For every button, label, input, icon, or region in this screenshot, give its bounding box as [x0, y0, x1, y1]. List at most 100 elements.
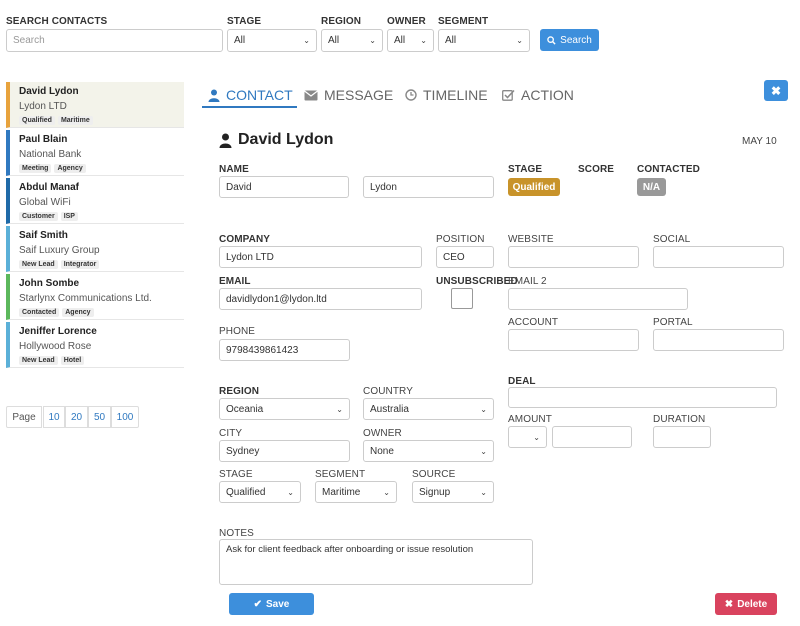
tab-contact[interactable]: CONTACT: [208, 82, 293, 108]
pagination-label: Page: [6, 406, 42, 428]
amount-input[interactable]: [552, 426, 632, 448]
contact-item-company: Hollywood Rose: [19, 341, 92, 352]
tab-timeline-label: TIMELINE: [423, 87, 488, 103]
stage-badge: Qualified: [508, 178, 560, 196]
first-name-input[interactable]: David: [219, 176, 349, 198]
close-icon: ✖: [724, 598, 734, 610]
contact-item-company: Saif Luxury Group: [19, 245, 100, 256]
company-input[interactable]: Lydon LTD: [219, 246, 422, 268]
owner-value: None: [370, 445, 394, 457]
active-tab-indicator: [202, 106, 297, 108]
tab-timeline[interactable]: TIMELINE: [405, 82, 488, 108]
last-name-input[interactable]: Lydon: [363, 176, 494, 198]
stage-select[interactable]: Qualified ⌄: [219, 481, 301, 503]
page-size-100[interactable]: 100: [111, 406, 139, 428]
envelope-icon: [304, 90, 318, 100]
phone-input[interactable]: 9798439861423: [219, 339, 350, 361]
contact-tag: New Lead: [19, 260, 58, 269]
duration-input[interactable]: [653, 426, 711, 448]
owner-label: OWNER: [363, 428, 402, 439]
tab-action[interactable]: ACTION: [502, 82, 574, 108]
owner-filter-value: All: [394, 35, 406, 46]
chevron-down-icon: ⌄: [480, 487, 487, 497]
owner-filter-select[interactable]: All ⌄: [387, 29, 434, 52]
segment-value: Maritime: [322, 486, 361, 498]
contact-list-item[interactable]: Saif Smith Saif Luxury Group New Lead Integ…: [6, 226, 184, 272]
chevron-down-icon: ⌄: [533, 432, 540, 442]
deal-input[interactable]: [508, 387, 777, 408]
stage-select-value: Qualified: [226, 486, 266, 498]
contact-item-name: Jeniffer Lorence: [19, 326, 97, 337]
website-input[interactable]: [508, 246, 639, 268]
email-input[interactable]: davidlydon1@lydon.ltd: [219, 288, 422, 310]
contact-tag: Integrator: [60, 260, 100, 269]
user-icon: [208, 89, 220, 102]
position-input[interactable]: CEO: [436, 246, 494, 268]
duration-label: DURATION: [653, 414, 706, 425]
page-size-20[interactable]: 20: [65, 406, 88, 428]
chevron-down-icon: ⌄: [287, 487, 294, 497]
contact-list-item[interactable]: Abdul Manaf Global WiFi Customer ISP: [6, 178, 184, 224]
chevron-down-icon: ⌄: [369, 36, 376, 45]
score-label: SCORE: [578, 164, 615, 175]
chevron-down-icon: ⌄: [516, 36, 523, 45]
deal-label: DEAL: [508, 376, 536, 387]
portal-label: PORTAL: [653, 317, 693, 328]
notes-label: NOTES: [219, 528, 254, 539]
account-input[interactable]: [508, 329, 639, 351]
notes-textarea[interactable]: Ask for client feedback after onboarding…: [219, 539, 533, 585]
website-label: WEBSITE: [508, 234, 554, 245]
region-filter-select[interactable]: All ⌄: [321, 29, 383, 52]
social-label: SOCIAL: [653, 234, 691, 245]
stage-label: STAGE: [508, 164, 543, 175]
stage-filter-label: STAGE: [227, 16, 262, 27]
save-button[interactable]: ✔ Save: [229, 593, 314, 615]
search-label: SEARCH CONTACTS: [6, 16, 108, 27]
source-label: SOURCE: [412, 469, 456, 480]
tab-action-label: ACTION: [521, 87, 574, 103]
email2-input[interactable]: [508, 288, 688, 310]
contact-list-item[interactable]: John Sombe Starlynx Communications Ltd. Co…: [6, 274, 184, 320]
position-label: POSITION: [436, 234, 485, 245]
contact-tag: New Lead: [19, 356, 58, 365]
search-icon: [547, 35, 556, 45]
portal-input[interactable]: [653, 329, 784, 351]
tab-contact-label: CONTACT: [226, 87, 293, 103]
social-input[interactable]: [653, 246, 784, 268]
contact-item-name: David Lydon: [19, 86, 79, 97]
segment-filter-select[interactable]: All ⌄: [438, 29, 530, 52]
region-select[interactable]: Oceania ⌄: [219, 398, 350, 420]
contact-list-item[interactable]: David Lydon Lydon LTD Qualified Maritime: [6, 82, 184, 128]
contact-list-item[interactable]: Paul Blain National Bank Meeting Agency: [6, 130, 184, 176]
unsubscribed-checkbox[interactable]: [451, 288, 473, 309]
segment-select[interactable]: Maritime ⌄: [315, 481, 397, 503]
close-button[interactable]: ✖: [764, 80, 788, 101]
unsubscribed-label: UNSUBSCRIBED: [436, 276, 518, 287]
stage-filter-value: All: [234, 35, 246, 46]
country-value: Australia: [370, 403, 409, 415]
city-label: CITY: [219, 428, 243, 439]
clock-icon: [405, 89, 417, 101]
country-select[interactable]: Australia ⌄: [363, 398, 494, 420]
contact-name-title: David Lydon: [238, 131, 334, 148]
owner-select[interactable]: None ⌄: [363, 440, 494, 462]
currency-select[interactable]: ⌄: [508, 426, 547, 448]
stage-filter-select[interactable]: All ⌄: [227, 29, 317, 52]
page-size-50[interactable]: 50: [88, 406, 111, 428]
contact-list-item[interactable]: Jeniffer Lorence Hollywood Rose New Lead Ho…: [6, 322, 184, 368]
user-icon: [219, 133, 232, 148]
delete-button[interactable]: ✖ Delete: [715, 593, 777, 615]
contact-tag: ISP: [60, 212, 78, 221]
tab-message[interactable]: MESSAGE: [304, 82, 393, 108]
email-label: EMAIL: [219, 276, 251, 287]
segment-label: SEGMENT: [315, 469, 366, 480]
region-value: Oceania: [226, 403, 264, 415]
chevron-down-icon: ⌄: [383, 487, 390, 497]
city-input[interactable]: Sydney: [219, 440, 350, 462]
search-input[interactable]: Search: [6, 29, 223, 52]
segment-filter-value: All: [445, 35, 457, 46]
source-select[interactable]: Signup ⌄: [412, 481, 494, 503]
region-filter-value: All: [328, 35, 340, 46]
search-button[interactable]: Search: [540, 29, 599, 51]
page-size-10[interactable]: 10: [43, 406, 65, 428]
